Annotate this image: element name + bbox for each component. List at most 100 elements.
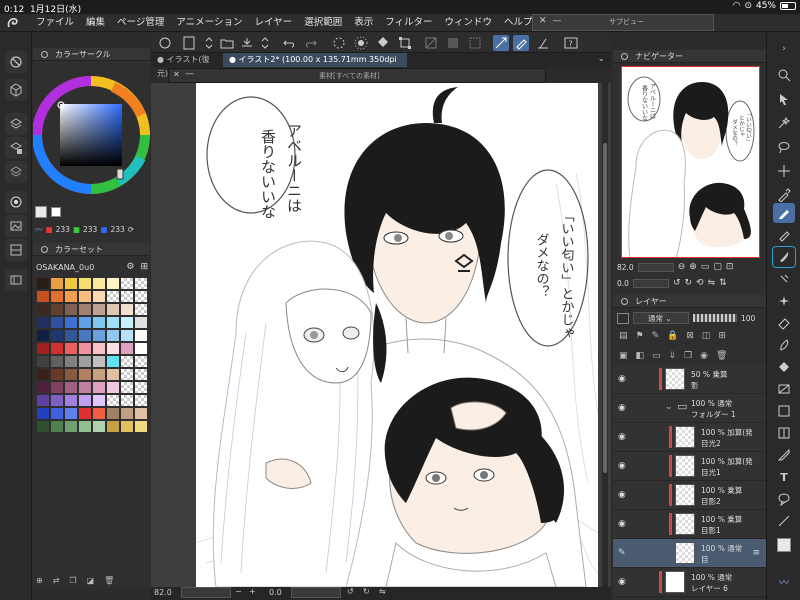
color-swatch[interactable]: [134, 342, 148, 355]
tab-illust-2[interactable]: ● イラスト2* (100.00 x 135.71mm 350dpi 82.0%…: [223, 53, 407, 78]
color-swatch[interactable]: [64, 316, 78, 329]
menu-window[interactable]: ウィンドウ: [439, 14, 499, 32]
color-swatch[interactable]: [36, 303, 50, 316]
color-swatch[interactable]: [50, 329, 64, 342]
auto-select-icon[interactable]: [773, 113, 795, 133]
zoom-slider[interactable]: [181, 587, 231, 598]
color-swatch[interactable]: [78, 316, 92, 329]
color-swatch[interactable]: [120, 277, 134, 290]
transform-icon[interactable]: [397, 35, 413, 51]
updown-icon-2[interactable]: [257, 35, 273, 51]
eye-icon[interactable]: ◉: [618, 403, 626, 413]
ruler-snap-icon[interactable]: [493, 35, 509, 51]
menu-edit[interactable]: 編集: [80, 14, 111, 32]
clip-icon[interactable]: ▤: [619, 331, 628, 341]
color-swatch[interactable]: [78, 342, 92, 355]
color-swatch[interactable]: [50, 381, 64, 394]
mask-add-icon[interactable]: ◉: [700, 351, 708, 361]
color-swatch[interactable]: [50, 420, 64, 433]
color-swatch[interactable]: [50, 342, 64, 355]
menu-layer[interactable]: レイヤー: [248, 14, 298, 32]
airbrush-icon[interactable]: [773, 269, 795, 289]
figure-icon[interactable]: [773, 401, 795, 421]
layer-row-layer-6[interactable]: ◉ 100 % 通常 レイヤー 6: [613, 568, 766, 597]
wrench-icon[interactable]: ⚙: [126, 262, 134, 272]
color-swatch[interactable]: [36, 368, 50, 381]
layer-row-shadow[interactable]: ◉ 50 % 乗算 影: [613, 365, 766, 394]
color-swatch[interactable]: [134, 329, 148, 342]
eye-icon[interactable]: ◉: [618, 490, 626, 500]
color-swatch[interactable]: [120, 303, 134, 316]
color-swatch[interactable]: [106, 407, 120, 420]
navigator-thumbnail[interactable]: アベルーニは 香りないいな 「いい匂い」 とかじゃ ダメなの？: [621, 66, 760, 258]
trash-icon[interactable]: 🗑: [104, 576, 114, 585]
blend-mode-select[interactable]: 通常 ⌄: [633, 312, 689, 324]
nav-rotate-slider[interactable]: [632, 278, 669, 288]
move-icon[interactable]: [773, 161, 795, 181]
color-swatch[interactable]: [134, 277, 148, 290]
color-swatch[interactable]: [120, 355, 134, 368]
canvas[interactable]: アベルーニは 香りないいな 「いい匂い」とかじゃ ダメなの？: [196, 83, 598, 587]
color-swatch[interactable]: [106, 420, 120, 433]
nav-reset-icon[interactable]: ⟲: [696, 278, 704, 288]
color-swatch[interactable]: [92, 303, 106, 316]
color-swatch[interactable]: [120, 381, 134, 394]
app-logo-small-icon[interactable]: [157, 35, 173, 51]
canvas-viewport[interactable]: アベルーニは 香りないいな 「いい匂い」とかじゃ ダメなの？: [151, 83, 611, 587]
menu-view[interactable]: 表示: [348, 14, 379, 32]
color-set-selector[interactable]: OSAKANA_0u0 ⚙ ⊞: [36, 260, 148, 274]
zoom-tool-icon[interactable]: [773, 65, 795, 85]
timeline-icon[interactable]: [5, 269, 27, 291]
no-entry-icon[interactable]: [5, 51, 27, 73]
duplicate-icon[interactable]: ❐: [684, 351, 692, 361]
color-swatch[interactable]: [106, 342, 120, 355]
layer-row-eye[interactable]: ✎ 100 % 通常 目 ≡: [613, 539, 766, 568]
color-swatch[interactable]: [106, 303, 120, 316]
color-swatch[interactable]: [134, 303, 148, 316]
wave-icon[interactable]: 〰: [35, 224, 43, 235]
eye-icon[interactable]: ◉: [618, 519, 626, 529]
color-swatch[interactable]: [92, 329, 106, 342]
gradient-icon[interactable]: [773, 379, 795, 399]
color-swatch[interactable]: [120, 394, 134, 407]
color-swatch[interactable]: [134, 394, 148, 407]
cycle-icon[interactable]: ⟳: [128, 225, 134, 234]
frame-icon[interactable]: [773, 423, 795, 443]
color-swatch[interactable]: [50, 316, 64, 329]
minimize-icon[interactable]: —: [185, 69, 194, 79]
balloon-icon[interactable]: [773, 489, 795, 509]
color-swatch[interactable]: [78, 394, 92, 407]
fill-bucket-icon[interactable]: [375, 35, 391, 51]
menu-filter[interactable]: フィルター: [379, 14, 438, 32]
menu-file[interactable]: ファイル: [30, 14, 80, 32]
color-swatch[interactable]: [36, 342, 50, 355]
lock-alpha-icon[interactable]: ⊠: [686, 331, 694, 341]
perspective-snap-icon[interactable]: [535, 35, 551, 51]
close-icon[interactable]: ✕: [539, 16, 547, 26]
color-swatch[interactable]: [78, 329, 92, 342]
eye-icon[interactable]: ◉: [618, 432, 626, 442]
subview-window[interactable]: ✕ — サブビュー: [532, 14, 714, 31]
color-swatch[interactable]: [106, 277, 120, 290]
material-window[interactable]: ✕ — 素材[すべての素材]: [168, 68, 546, 83]
fill-icon[interactable]: ◪: [87, 576, 95, 585]
drag-handle-icon[interactable]: ≡: [752, 548, 760, 558]
color-swatch[interactable]: [36, 277, 50, 290]
replace-icon[interactable]: ⇄: [53, 576, 60, 585]
nav-zoom-slider[interactable]: [637, 262, 674, 272]
grid-panel-icon[interactable]: [5, 239, 27, 261]
color-swatch[interactable]: [64, 303, 78, 316]
layer-stack-icon[interactable]: [5, 113, 27, 135]
deselect-icon[interactable]: [423, 35, 439, 51]
menu-selection[interactable]: 選択範囲: [298, 14, 348, 32]
layer-row-eye-shadow-2[interactable]: ◉ 100 % 乗算 目影2: [613, 481, 766, 510]
sun-icon[interactable]: [353, 35, 369, 51]
layer-row-eye-light-1[interactable]: ◉ 100 % 加算(発 目光1: [613, 452, 766, 481]
merge-icon[interactable]: ⇓: [669, 351, 677, 361]
fill-tool-icon[interactable]: [773, 357, 795, 377]
layer-row-eye-light-2[interactable]: ◉ 100 % 加算(発 目光2: [613, 423, 766, 452]
color-swatch[interactable]: [120, 329, 134, 342]
color-swatch[interactable]: [50, 290, 64, 303]
new-raster-icon[interactable]: ▣: [619, 351, 628, 361]
color-swatch[interactable]: [64, 329, 78, 342]
